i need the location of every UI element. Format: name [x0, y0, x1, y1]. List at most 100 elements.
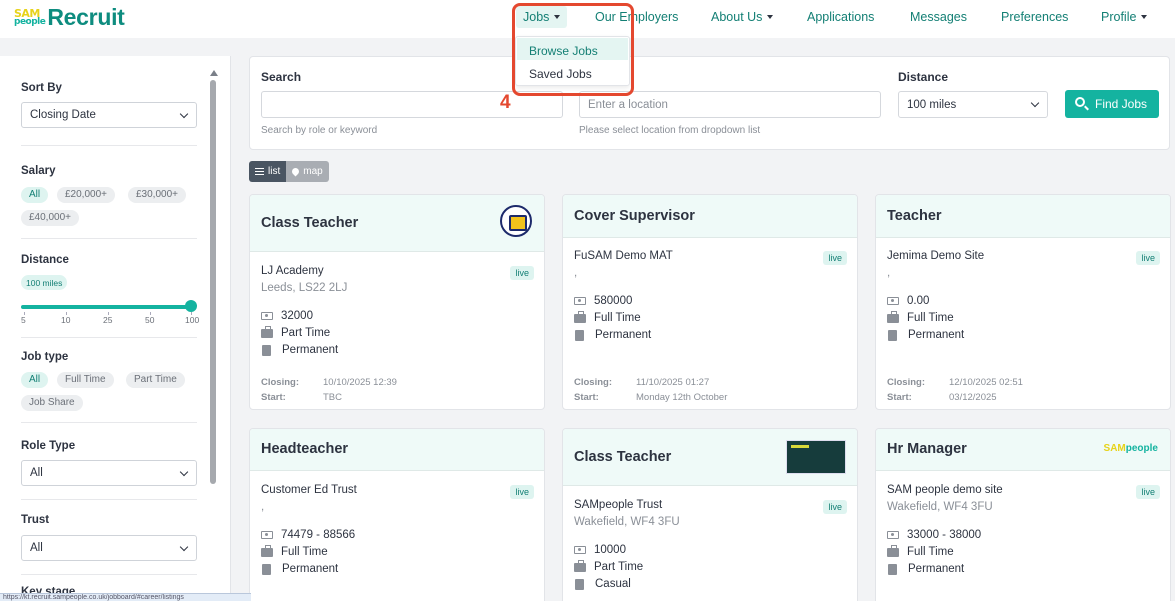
caret-down-icon: [1141, 14, 1148, 19]
nav-about-us[interactable]: About Us: [711, 10, 774, 24]
job-type-filter-full-time[interactable]: Full Time: [57, 372, 114, 388]
briefcase-icon: [574, 559, 586, 572]
sampeople-logo-mark: SAM people: [14, 6, 46, 27]
job-card-header: Class Teacher: [250, 195, 544, 252]
job-type-filter-job-share[interactable]: Job Share: [21, 395, 83, 411]
scroll-up-arrow-icon[interactable]: [210, 70, 218, 76]
slider-tick-label: 100: [185, 315, 200, 325]
divider: [21, 574, 197, 575]
chevron-down-icon: [179, 542, 189, 552]
job-title[interactable]: Hr Manager: [887, 441, 967, 457]
salary-label: Salary: [21, 165, 56, 177]
job-salary: 33000 - 38000: [887, 529, 981, 541]
job-title[interactable]: Cover Supervisor: [574, 208, 695, 224]
divider: [21, 422, 197, 423]
job-card-header: Headteacher: [250, 429, 544, 471]
job-title[interactable]: Headteacher: [261, 441, 348, 457]
job-type-label: Job type: [21, 351, 69, 363]
view-toggle: list map: [249, 161, 329, 182]
brand-name: Recruit: [47, 4, 125, 30]
start-label: Start:: [887, 392, 912, 403]
chevron-down-icon: [1030, 98, 1040, 108]
distance-value-badge: 100 miles: [21, 275, 68, 290]
job-card[interactable]: Hr Manager SAMpeople SAM people demo sit…: [875, 428, 1171, 601]
job-type-filter-all[interactable]: All: [21, 372, 49, 388]
job-location: ,: [261, 501, 265, 513]
trust-select[interactable]: All: [21, 535, 197, 561]
search-label: Search: [261, 70, 302, 84]
briefcase-icon: [574, 310, 586, 323]
closing-label: Closing:: [574, 377, 612, 388]
job-contract: Permanent: [887, 329, 964, 341]
find-jobs-button[interactable]: Find Jobs: [1065, 90, 1159, 118]
job-title[interactable]: Teacher: [887, 208, 942, 224]
list-view-button[interactable]: list: [249, 161, 287, 182]
job-location: ,: [574, 267, 578, 279]
distance-select[interactable]: 100 miles: [898, 91, 1048, 118]
job-salary: 74479 - 88566: [261, 529, 355, 541]
job-contract: Permanent: [887, 563, 964, 575]
start-date: Monday 12th October: [636, 392, 728, 403]
school-crest-logo: [500, 205, 532, 237]
map-view-button[interactable]: map: [286, 161, 329, 182]
job-card-header: Class Teacher: [563, 429, 857, 486]
salary-filter-40000[interactable]: £40,000+: [21, 210, 79, 226]
job-hours: Part Time: [261, 325, 330, 339]
sort-by-select[interactable]: Closing Date: [21, 102, 197, 128]
job-search-panel: Search Search by role or keyword Enter a…: [249, 56, 1170, 150]
job-organisation: Jemima Demo Site: [887, 250, 985, 262]
job-title[interactable]: Class Teacher: [261, 215, 358, 231]
job-card-header: Hr Manager SAMpeople: [876, 429, 1170, 471]
status-badge: live: [510, 485, 534, 499]
job-organisation: FuSAM Demo MAT: [574, 250, 673, 262]
job-location: Leeds, LS22 2LJ: [261, 282, 348, 294]
role-type-label: Role Type: [21, 440, 76, 452]
briefcase-icon: [887, 544, 899, 557]
document-icon: [262, 563, 271, 575]
money-icon: [261, 531, 273, 539]
browser-status-url: https://kt.recruit.sampeople.co.uk/jobbo…: [0, 593, 251, 601]
nav-preferences[interactable]: Preferences: [1001, 10, 1068, 24]
nav-profile[interactable]: Profile: [1101, 10, 1148, 24]
slider-tick-label: 5: [21, 315, 26, 325]
job-type-filter-part-time[interactable]: Part Time: [126, 372, 185, 388]
job-organisation: LJ Academy: [261, 265, 324, 277]
sidebar-scrollbar[interactable]: [210, 80, 216, 484]
nav-messages[interactable]: Messages: [910, 10, 967, 24]
chevron-down-icon: [179, 109, 189, 119]
job-card[interactable]: Headteacher Customer Ed Trust live , 744…: [249, 428, 545, 601]
job-hours: Full Time: [574, 310, 641, 324]
job-salary: 32000: [261, 310, 313, 322]
distance-label: Distance: [898, 70, 949, 84]
job-contract: Permanent: [261, 563, 338, 575]
job-location: Wakefield, WF4 3FU: [574, 516, 680, 528]
job-contract: Permanent: [261, 344, 338, 356]
start-date: TBC: [323, 392, 342, 403]
job-card-header: Teacher: [876, 195, 1170, 238]
money-icon: [887, 297, 899, 305]
job-card[interactable]: Class Teacher SAMpeople Trust live Wakef…: [562, 428, 858, 601]
chevron-down-icon: [179, 467, 189, 477]
job-organisation: SAMpeople Trust: [574, 499, 663, 511]
sampeople-logo: SAMpeople: [1103, 443, 1158, 454]
job-card[interactable]: Teacher Jemima Demo Site live , 0.00 Ful…: [875, 194, 1171, 410]
salary-filter-30000[interactable]: £30,000+: [128, 187, 186, 203]
location-help-text: Please select location from dropdown lis…: [579, 125, 761, 136]
employer-thumbnail-logo: [786, 440, 846, 474]
distance-slider-track[interactable]: [21, 305, 191, 309]
money-icon: [887, 531, 899, 539]
job-title[interactable]: Class Teacher: [574, 449, 671, 465]
nav-applications[interactable]: Applications: [807, 10, 874, 24]
job-contract: Permanent: [574, 329, 651, 341]
salary-filter-all[interactable]: All: [21, 187, 49, 203]
closing-date: 11/10/2025 01:27: [636, 377, 710, 388]
job-card[interactable]: Cover Supervisor FuSAM Demo MAT live , 5…: [562, 194, 858, 410]
job-card[interactable]: Class Teacher LJ Academy live Leeds, LS2…: [249, 194, 545, 410]
list-icon: [255, 168, 264, 175]
role-type-select[interactable]: All: [21, 460, 197, 486]
salary-filter-20000[interactable]: £20,000+: [57, 187, 115, 203]
divider: [21, 238, 197, 239]
distance-slider-handle[interactable]: [185, 300, 197, 312]
document-icon: [262, 344, 271, 356]
brand-logo[interactable]: SAM people Recruit: [14, 4, 125, 31]
